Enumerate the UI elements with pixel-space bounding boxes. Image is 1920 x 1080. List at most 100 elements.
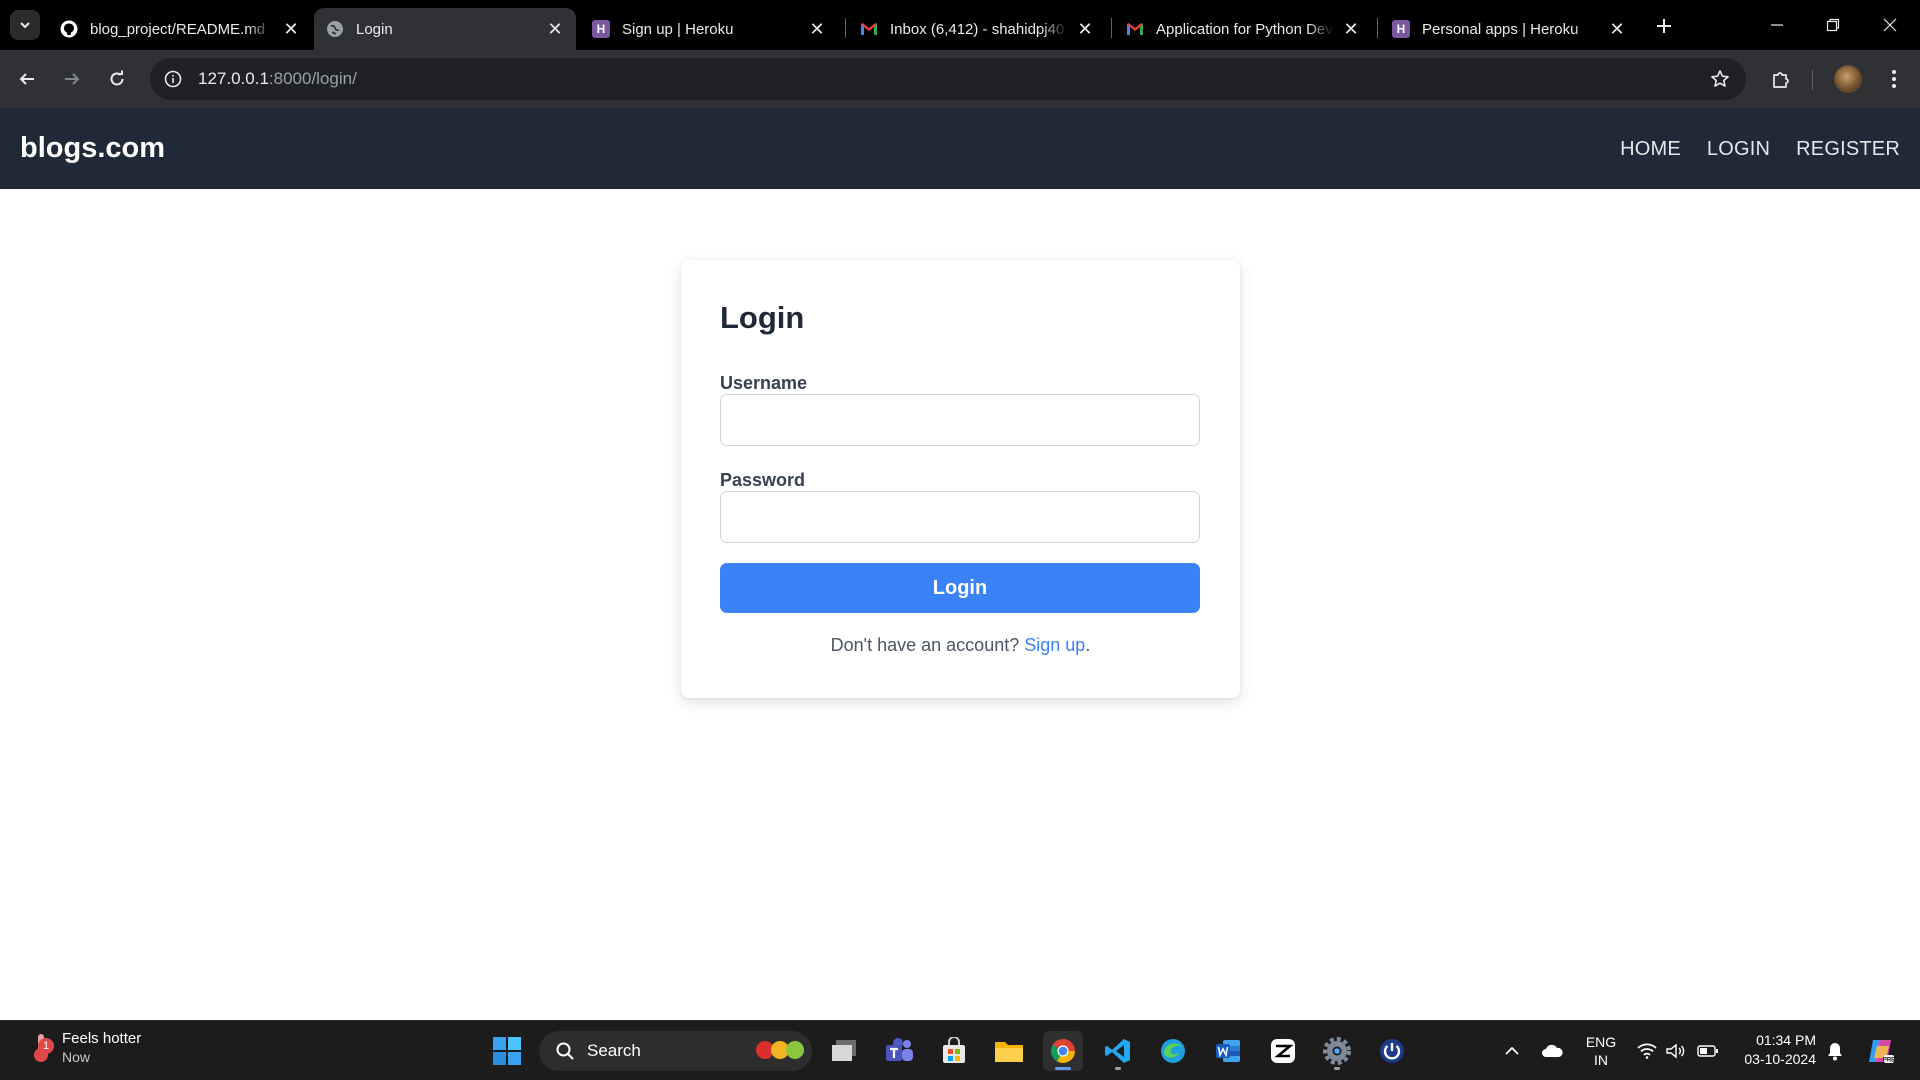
- forward-button[interactable]: [55, 62, 89, 96]
- weather-subtitle: Now: [62, 1049, 91, 1065]
- github-icon: [60, 20, 78, 38]
- extensions-button[interactable]: [1764, 62, 1798, 96]
- address-bar[interactable]: 127.0.0.1:8000/login/: [150, 58, 1746, 100]
- tab-search-button[interactable]: [10, 10, 40, 40]
- close-icon[interactable]: ✕: [808, 19, 826, 39]
- windows-taskbar: 1 Feels hotter Now Search ENG IN 01:34 P…: [0, 1020, 1920, 1080]
- battery-icon[interactable]: [1697, 1040, 1719, 1062]
- signup-prompt-text: Don't have an account?: [830, 635, 1020, 655]
- power-icon: [1380, 1039, 1404, 1063]
- nav-home-link[interactable]: HOME: [1620, 138, 1681, 161]
- show-hidden-icons-button[interactable]: [1501, 1040, 1523, 1062]
- fruit-highlight-icon: [756, 1041, 804, 1059]
- language-region: IN: [1594, 1052, 1608, 1068]
- nav-register-link[interactable]: REGISTER: [1796, 138, 1900, 161]
- url-path: :8000/login/: [268, 69, 357, 88]
- close-icon[interactable]: ✕: [1076, 19, 1094, 39]
- capcut-button[interactable]: [1263, 1031, 1303, 1071]
- store-icon: [943, 1037, 965, 1063]
- new-tab-button[interactable]: [1650, 12, 1678, 40]
- browser-tab[interactable]: H Personal apps | Heroku ✕: [1380, 8, 1638, 50]
- power-app-button[interactable]: [1372, 1031, 1412, 1071]
- restore-button[interactable]: [1813, 8, 1853, 42]
- minimize-button[interactable]: [1757, 8, 1797, 42]
- onedrive-icon[interactable]: [1541, 1040, 1563, 1062]
- tab-separator: [845, 18, 846, 38]
- file-explorer-button[interactable]: [989, 1031, 1029, 1071]
- username-input[interactable]: [720, 394, 1200, 446]
- gmail-icon: [1126, 20, 1144, 38]
- vscode-button[interactable]: [1098, 1031, 1138, 1071]
- gmail-icon: [860, 20, 878, 38]
- tab-title: Application for Python Dev: [1156, 20, 1333, 38]
- tab-title: Inbox (6,412) - shahidpj40…: [890, 20, 1068, 38]
- thermometer-icon: 1: [24, 1030, 54, 1066]
- vscode-icon: [1105, 1039, 1130, 1063]
- tab-separator: [1111, 18, 1112, 38]
- close-icon[interactable]: ✕: [1608, 19, 1626, 39]
- active-indicator: [1055, 1067, 1071, 1070]
- settings-button[interactable]: [1317, 1031, 1357, 1071]
- teams-button[interactable]: [879, 1031, 919, 1071]
- login-title: Login: [720, 300, 805, 335]
- reload-icon: [110, 70, 124, 86]
- tab-title: blog_project/README.md: [90, 20, 266, 38]
- browser-tab[interactable]: Application for Python Dev ✕: [1114, 8, 1372, 50]
- close-icon[interactable]: ✕: [1342, 19, 1360, 39]
- reload-button[interactable]: [100, 62, 134, 96]
- chrome-button[interactable]: [1043, 1031, 1083, 1071]
- word-icon: [1216, 1040, 1240, 1062]
- taskbar-search[interactable]: Search: [539, 1031, 812, 1071]
- system-clock[interactable]: 01:34 PM 03-10-2024: [1736, 1031, 1816, 1069]
- chevron-down-icon: [20, 22, 30, 29]
- browser-tab[interactable]: H Sign up | Heroku ✕: [580, 8, 838, 50]
- back-button[interactable]: [10, 62, 44, 96]
- browser-tab[interactable]: blog_project/README.md ✕: [48, 8, 312, 50]
- menu-button[interactable]: [1877, 62, 1911, 96]
- site-info-icon[interactable]: [152, 58, 194, 100]
- close-icon[interactable]: ✕: [546, 19, 564, 39]
- running-indicator: [1334, 1067, 1340, 1070]
- plus-icon: [1657, 19, 1671, 33]
- language-code: ENG: [1585, 1034, 1617, 1050]
- volume-icon[interactable]: [1664, 1040, 1686, 1062]
- clock-time: 01:34 PM: [1756, 1032, 1816, 1048]
- capcut-icon: [1271, 1039, 1295, 1063]
- toolbar-divider: [1812, 70, 1813, 90]
- site-navbar: blogs.com HOME LOGIN REGISTER: [0, 108, 1920, 189]
- signup-link[interactable]: Sign up: [1024, 635, 1085, 655]
- teams-icon: [886, 1038, 913, 1061]
- browser-tab-active[interactable]: Login ✕: [314, 8, 576, 50]
- language-indicator[interactable]: ENG IN: [1581, 1033, 1621, 1069]
- notification-bell-icon[interactable]: [1824, 1040, 1846, 1062]
- copilot-icon[interactable]: PRE: [1865, 1036, 1895, 1066]
- globe-icon: [326, 20, 344, 38]
- task-view-icon: [832, 1040, 856, 1061]
- edge-button[interactable]: [1153, 1031, 1193, 1071]
- arrow-left-icon: [19, 73, 34, 85]
- username-label: Username: [720, 373, 808, 393]
- file-explorer-icon: [995, 1042, 1023, 1062]
- site-brand[interactable]: blogs.com: [20, 132, 165, 165]
- store-button[interactable]: [934, 1031, 974, 1071]
- wifi-icon[interactable]: [1636, 1040, 1658, 1062]
- heroku-icon: H: [1392, 20, 1410, 38]
- bookmark-star-icon[interactable]: [1706, 65, 1734, 93]
- close-window-button[interactable]: [1870, 8, 1910, 42]
- chrome-icon: [1050, 1038, 1075, 1064]
- browser-tab[interactable]: Inbox (6,412) - shahidpj40… ✕: [848, 8, 1106, 50]
- weather-widget[interactable]: 1 Feels hotter Now: [24, 1029, 141, 1067]
- search-icon: [553, 1039, 577, 1063]
- url-host: 127.0.0.1: [198, 69, 269, 88]
- password-input[interactable]: [720, 491, 1200, 543]
- login-submit-button[interactable]: Login: [720, 563, 1200, 613]
- chevron-up-icon: [1505, 1046, 1519, 1055]
- start-button[interactable]: [487, 1031, 527, 1071]
- profile-avatar[interactable]: [1834, 65, 1862, 93]
- close-icon[interactable]: ✕: [282, 19, 300, 39]
- signup-suffix: .: [1085, 635, 1091, 655]
- minimize-icon: [1771, 24, 1783, 26]
- task-view-button[interactable]: [824, 1031, 864, 1071]
- word-button[interactable]: [1208, 1031, 1248, 1071]
- nav-login-link[interactable]: LOGIN: [1707, 138, 1770, 161]
